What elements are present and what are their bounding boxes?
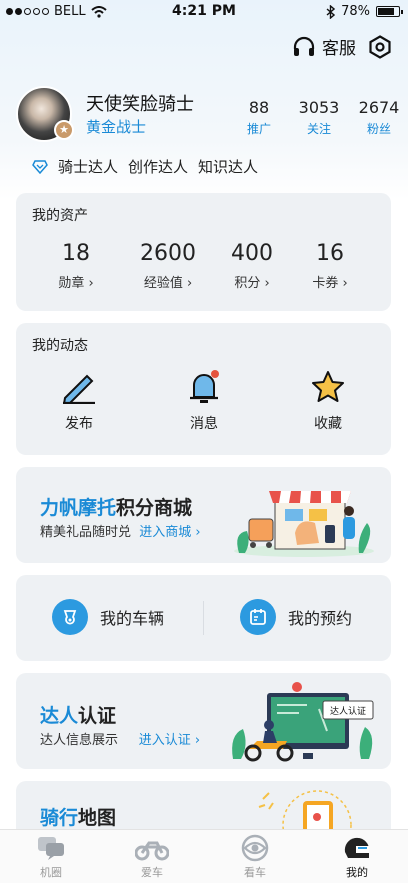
asset-number: 18 (62, 241, 90, 266)
helmet-icon (344, 837, 369, 858)
expert-tags: 骑士达人 创作达人 知识达人 (32, 156, 258, 177)
messages-button[interactable]: 消息 (164, 367, 244, 433)
asset-number: 16 (316, 241, 344, 266)
asset-label: 勋章 › (58, 276, 94, 291)
rank-badge-icon: ★ (54, 120, 74, 140)
map-title-rest: 地图 (78, 807, 117, 829)
my-booking-button[interactable]: 我的预约 (240, 599, 352, 635)
status-bar: BELL 4:21 PM 78% (0, 0, 408, 24)
my-vehicle-button[interactable]: 我的车辆 (52, 599, 164, 635)
profile-stats: 88 推广 3053 关注 2674 粉丝 (232, 98, 408, 137)
pen-icon (62, 374, 95, 404)
asset-experience[interactable]: 2600 经验值 › (128, 241, 208, 291)
my-vehicle-label: 我的车辆 (100, 609, 165, 628)
vehicle-icon (52, 599, 88, 635)
tag-item[interactable]: 骑士达人 (58, 156, 118, 177)
stat-number: 3053 (298, 98, 340, 117)
profile-section: ★ 天使笑脸骑士 黄金战士 88 推广 3053 关注 2674 粉丝 (16, 86, 399, 142)
assets-title: 我的资产 (32, 208, 88, 224)
status-right: 78% (326, 4, 403, 19)
tab-label: 机圈 (40, 866, 62, 879)
battery-icon (376, 6, 403, 17)
asset-label: 卡券 › (312, 276, 348, 291)
tag-item[interactable]: 知识达人 (198, 156, 258, 177)
tab-moments[interactable]: 机圈 (16, 834, 86, 880)
expert-title-highlight: 达人 (40, 705, 79, 727)
asset-label: 积分 › (234, 276, 270, 291)
expert-title-rest: 认证 (78, 705, 117, 727)
vehicle-card: 我的车辆 我的预约 (16, 575, 391, 661)
asset-coupons[interactable]: 16 卡券 › (290, 241, 370, 291)
messages-label: 消息 (190, 416, 218, 432)
mall-subtitle: 精美礼品随时兑 (40, 525, 132, 540)
vehicle-divider (203, 601, 204, 635)
asset-medals[interactable]: 18 勋章 › (36, 241, 116, 291)
map-title: 骑行地图 (40, 803, 116, 830)
tab-label: 爱车 (141, 866, 163, 879)
top-actions: 客服 (292, 34, 392, 59)
stat-promote[interactable]: 88 推广 (232, 98, 286, 137)
favorites-label: 收藏 (314, 416, 342, 432)
user-name: 天使笑脸骑士 (86, 94, 194, 115)
settings-icon[interactable] (368, 34, 392, 59)
tag-item[interactable]: 创作达人 (128, 156, 188, 177)
motorcycle-icon (135, 841, 169, 861)
stat-label: 粉丝 (366, 122, 391, 136)
stat-label: 推广 (246, 122, 271, 136)
battery-percent: 78% (341, 4, 370, 19)
mall-title: 力帆摩托积分商城 (40, 493, 192, 520)
stat-number: 2674 (358, 98, 400, 117)
customer-service-button[interactable]: 客服 (292, 34, 356, 59)
stat-label: 关注 (306, 122, 331, 136)
user-level: 黄金战士 (86, 118, 147, 136)
map-title-highlight: 骑行 (40, 807, 79, 829)
tab-browse-bikes[interactable]: 看车 (220, 834, 290, 880)
bell-icon (190, 370, 219, 403)
dynamics-title: 我的动态 (32, 338, 88, 354)
enter-mall-link[interactable]: 进入商城 › (139, 525, 200, 540)
asset-number: 2600 (140, 241, 196, 266)
post-label: 发布 (65, 416, 93, 432)
headset-icon (293, 36, 315, 56)
bottom-tab-bar: 机圈 爱车 看车 我的 (0, 829, 408, 883)
bluetooth-icon (326, 4, 336, 19)
expert-certification-banner[interactable]: 达人认证 达人信息展示 进入认证 › 达人认证 (16, 673, 391, 769)
my-booking-label: 我的预约 (288, 609, 353, 628)
asset-number: 400 (231, 241, 273, 266)
tab-mine[interactable]: 我的 (322, 834, 392, 880)
star-icon (312, 371, 344, 402)
mall-subtitle-row: 精美礼品随时兑 进入商城 › (40, 521, 201, 540)
mall-title-highlight: 力帆摩托 (40, 497, 117, 519)
post-button[interactable]: 发布 (39, 367, 119, 433)
tab-label: 我的 (346, 866, 368, 879)
asset-points[interactable]: 400 积分 › (212, 241, 292, 291)
shop-illustration (234, 491, 374, 557)
chat-icon (38, 837, 64, 860)
illustration-sign-text: 达人认证 (330, 705, 366, 717)
stat-fans[interactable]: 2674 粉丝 (352, 98, 406, 137)
mall-banner[interactable]: 力帆摩托积分商城 精美礼品随时兑 进入商城 › (16, 467, 391, 563)
expert-title: 达人认证 (40, 701, 116, 728)
enter-certification-link[interactable]: 进入认证 › (139, 733, 200, 748)
expert-subtitle-row: 达人信息展示 进入认证 › (40, 729, 200, 748)
tab-my-bike[interactable]: 爱车 (117, 834, 187, 880)
calendar-icon (240, 599, 276, 635)
expert-subtitle: 达人信息展示 (40, 733, 119, 748)
eye-icon (241, 834, 269, 862)
mall-title-rest: 积分商城 (116, 497, 193, 519)
tab-label: 看车 (244, 866, 266, 879)
favorites-button[interactable]: 收藏 (288, 367, 368, 433)
dynamics-card: 我的动态 发布 消息 收藏 (16, 323, 391, 455)
customer-service-label: 客服 (322, 39, 356, 59)
assets-card: 我的资产 18 勋章 › 2600 经验值 › 400 积分 › 16 卡券 › (16, 193, 391, 311)
asset-label: 经验值 › (143, 276, 193, 291)
certification-illustration: 达人认证 (232, 682, 374, 762)
stat-number: 88 (248, 98, 270, 117)
diamond-icon (32, 159, 48, 174)
stat-following[interactable]: 3053 关注 (292, 98, 346, 137)
